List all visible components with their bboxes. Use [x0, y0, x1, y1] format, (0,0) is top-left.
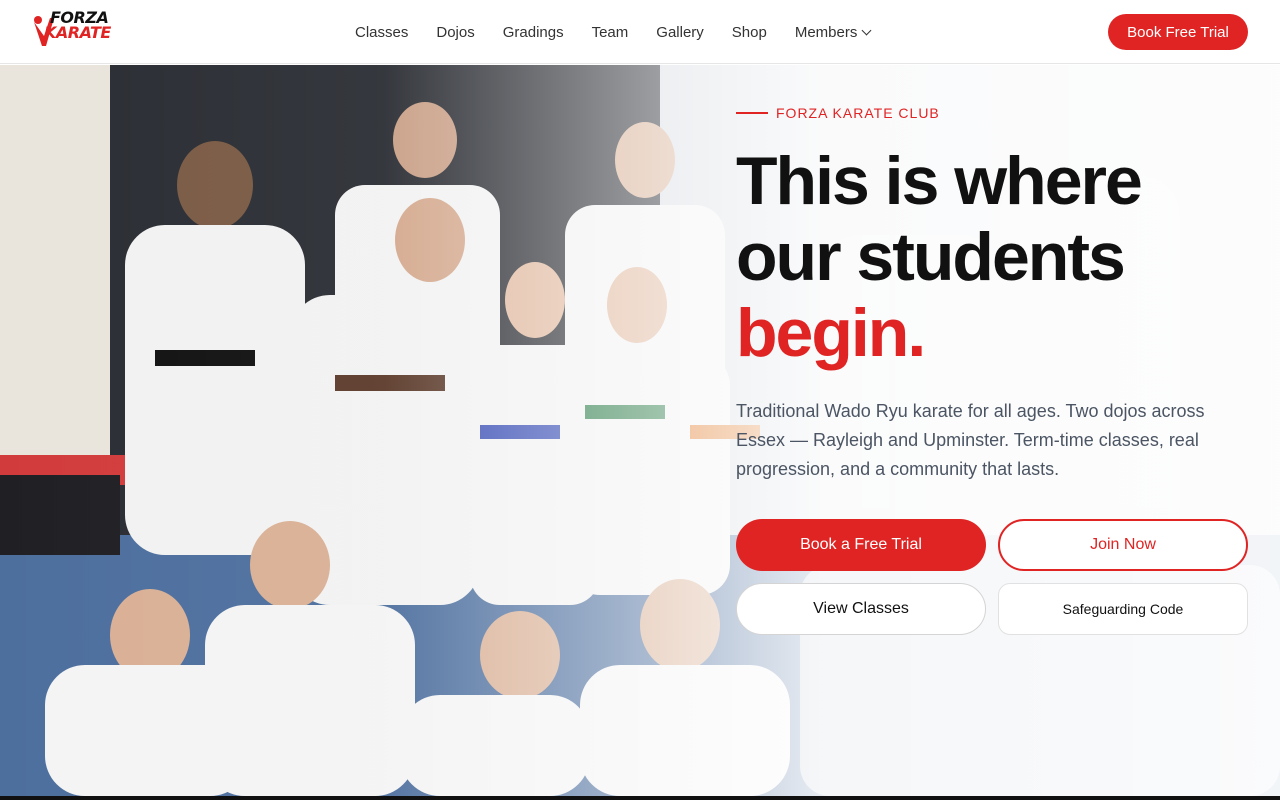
nav-shop[interactable]: Shop	[732, 24, 767, 41]
bottom-edge-bar	[0, 796, 1280, 800]
chevron-down-icon	[861, 25, 872, 35]
join-now-button[interactable]: Join Now	[998, 519, 1248, 571]
site-header: FORZA KARATE Classes Dojos Gradings Team…	[0, 0, 1280, 64]
nav-gallery[interactable]: Gallery	[656, 24, 704, 41]
hero-actions: Book a Free Trial Join Now View Classes …	[736, 519, 1248, 635]
headline-line-1: This is where	[736, 143, 1143, 219]
headline-period: .	[907, 295, 926, 371]
nav-team[interactable]: Team	[592, 24, 629, 41]
nav-classes[interactable]: Classes	[355, 24, 408, 41]
logo-wordmark: FORZA KARATE	[38, 10, 120, 42]
safeguarding-code-button[interactable]: Safeguarding Code	[998, 583, 1248, 635]
logo-line-2: KARATE	[44, 23, 111, 42]
headline-accent: begin	[736, 295, 909, 371]
eyebrow-text: FORZA KARATE CLUB	[776, 105, 940, 121]
main-nav: Classes Dojos Gradings Team Gallery Shop…	[355, 0, 872, 64]
eyebrow-line	[736, 112, 768, 114]
nav-dojos[interactable]: Dojos	[436, 24, 474, 41]
nav-gradings[interactable]: Gradings	[503, 24, 564, 41]
book-free-trial-button[interactable]: Book Free Trial	[1108, 14, 1248, 50]
hero-lead: Traditional Wado Ryu karate for all ages…	[736, 401, 1205, 479]
hero-content: FORZA KARATE CLUB This is where our stud…	[736, 105, 1256, 484]
view-classes-button[interactable]: View Classes	[736, 583, 986, 635]
nav-members-label: Members	[794, 23, 858, 41]
hero-eyebrow: FORZA KARATE CLUB	[736, 105, 1256, 121]
headline-line-2: our students	[736, 219, 1126, 295]
book-a-free-trial-button[interactable]: Book a Free Trial	[736, 519, 986, 571]
nav-members[interactable]: Members	[794, 23, 872, 41]
hero-headline: This is where our students begin.	[736, 143, 1256, 371]
